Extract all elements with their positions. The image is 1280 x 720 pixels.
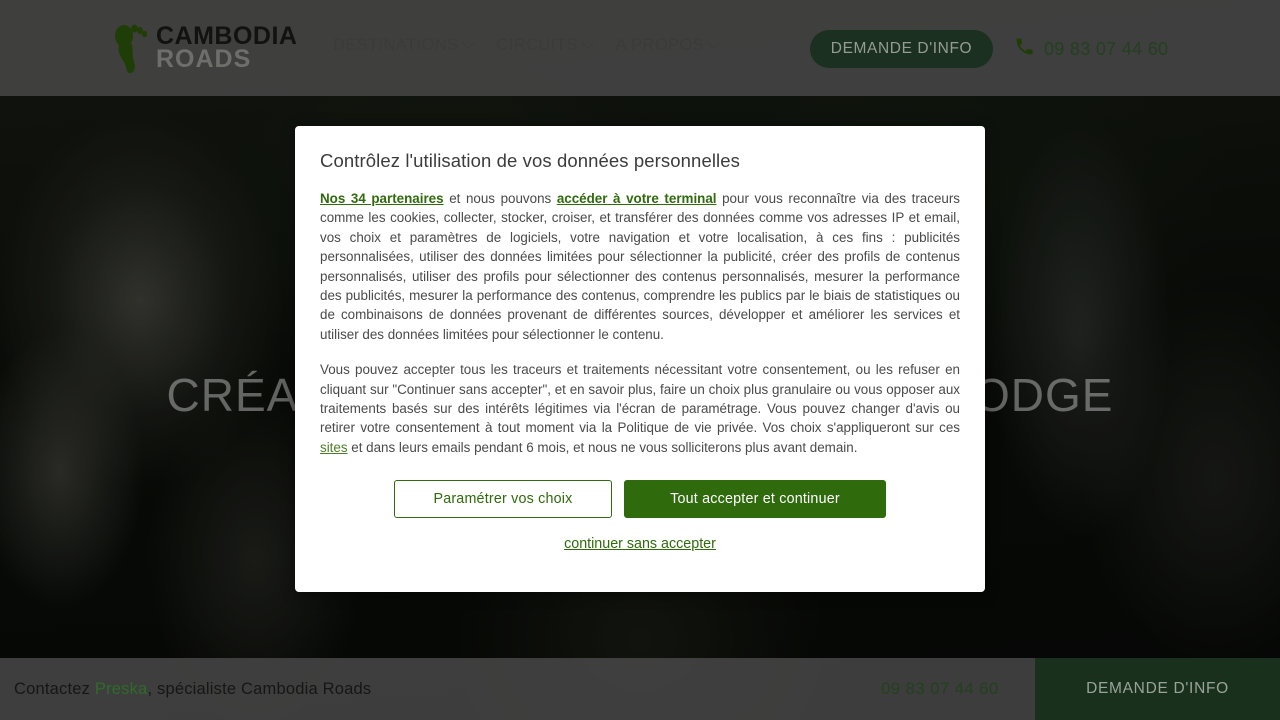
p2-after-text: et dans leurs emails pendant 6 mois, et …	[347, 439, 858, 455]
consent-paragraph-2: Vous pouvez accepter tous les traceurs e…	[320, 360, 960, 457]
sites-link[interactable]: sites	[320, 440, 348, 455]
consent-refuse-row: continuer sans accepter	[320, 535, 960, 553]
bottom-text-before: Contactez	[14, 679, 95, 698]
p1-rest-text: pour vous reconnaître via des traceurs c…	[320, 191, 960, 342]
continuer-sans-accepter-link[interactable]: continuer sans accepter	[564, 536, 716, 552]
bottom-bar-text: Contactez Preska, spécialiste Cambodia R…	[14, 680, 371, 699]
bottom-text-highlight: Preska	[94, 679, 148, 698]
bottom-bar-demande-info-button[interactable]: DEMANDE D'INFO	[1035, 658, 1280, 720]
consent-paragraph-1: Nos 34 partenaires et nous pouvons accéd…	[320, 189, 960, 344]
p2-before-text: Vous pouvez accepter tous les traceurs e…	[320, 362, 960, 436]
p1-mid-text: et nous pouvons	[443, 191, 557, 206]
bottom-text-after: , spécialiste Cambodia Roads	[147, 679, 372, 698]
consent-modal-title: Contrôlez l'utilisation de vos données p…	[320, 150, 740, 171]
consent-modal: Contrôlez l'utilisation de vos données p…	[295, 126, 985, 592]
contact-bottom-bar: Contactez Preska, spécialiste Cambodia R…	[0, 658, 1280, 720]
parametrer-vos-choix-button[interactable]: Paramétrer vos choix	[394, 480, 612, 519]
terminal-access-link[interactable]: accéder à votre terminal	[557, 191, 717, 206]
consent-button-row: Paramétrer vos choix Tout accepter et co…	[320, 480, 960, 519]
page-root: CRÉATEUR DE VOYAGES AU CAMBODGE CAMBODIA…	[0, 0, 1280, 720]
bottom-bar-phone[interactable]: 09 83 07 44 60	[881, 679, 999, 699]
tout-accepter-button[interactable]: Tout accepter et continuer	[624, 480, 886, 519]
partners-link[interactable]: Nos 34 partenaires	[320, 191, 444, 206]
